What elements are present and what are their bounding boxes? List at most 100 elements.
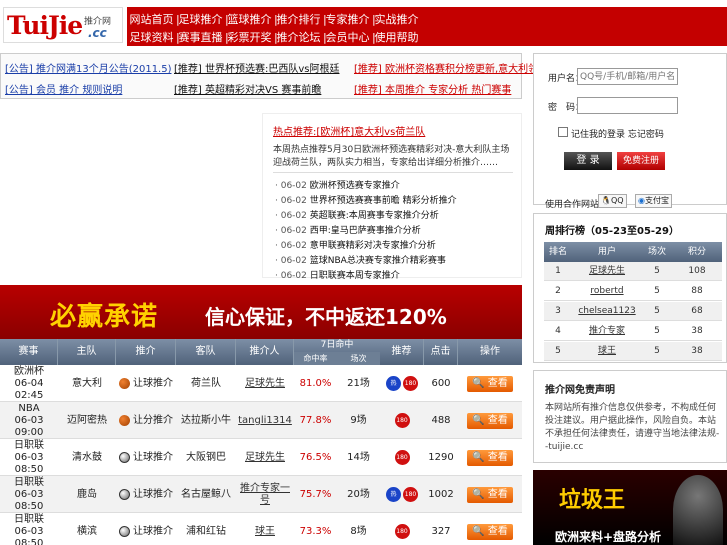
action-cell: 🔍 查看 <box>458 402 522 439</box>
rank-user-link[interactable]: 足球先生 <box>572 262 642 281</box>
home-team: 清水鼓 <box>72 451 102 463</box>
news-link[interactable]: [公告] 推介网满13个月公告(2011.5) <box>5 60 172 75</box>
ad-banner[interactable]: 垃圾王 欧洲来料+盘路分析 <box>533 470 727 545</box>
user-link[interactable]: 球王 <box>255 526 275 538</box>
user-link[interactable]: 足球先生 <box>245 452 285 464</box>
rank-user-link[interactable]: robertd <box>572 282 642 301</box>
basketball-icon <box>119 378 130 389</box>
list-item[interactable]: · 06-02 篮球NBA总决赛专家推介精彩赛事 <box>275 253 515 268</box>
news-link[interactable]: [公告] 会员 推介 规则说明 <box>5 81 122 96</box>
username-input[interactable] <box>577 68 678 85</box>
hot-badge: 热 <box>386 376 401 391</box>
login-button[interactable]: 登 录 <box>564 152 612 170</box>
badge-cell: 热 180 <box>380 365 424 402</box>
item-title: 英超联赛:本周赛事专家推介分析 <box>309 211 439 221</box>
click-count: 1290 <box>428 451 454 463</box>
away-team: 荷兰队 <box>191 377 221 389</box>
user-cell: tangli1314 <box>236 402 294 439</box>
qq-login-button[interactable]: 🐧QQ <box>598 194 627 208</box>
password-input[interactable] <box>577 97 678 114</box>
ranking-row: 2 robertd 5 88 <box>544 282 722 301</box>
nav-row-2: 足球资料 | 赛事直播 | 彩票开奖 | 推介论坛 | 会员中心 | 使用帮助 <box>127 28 421 46</box>
league: 日职联 <box>14 439 44 451</box>
nav-item[interactable]: 会员中心 <box>323 29 372 45</box>
user-link[interactable]: 足球先生 <box>245 378 285 390</box>
nav-item[interactable]: 实战推介 <box>372 11 421 27</box>
news-link[interactable]: [推荐] 世界杯预选赛:巴西队vs阿根廷 <box>174 60 339 75</box>
news-link[interactable]: [推荐] 欧洲杯资格赛积分榜更新,意大利领先 <box>354 60 548 75</box>
alipay-icon: ◉ <box>638 196 645 205</box>
news-link[interactable]: [推荐] 英超精彩对决VS 赛事前瞻 <box>174 81 321 96</box>
view-button[interactable]: 🔍 查看 <box>467 412 513 429</box>
view-button[interactable]: 🔍 查看 <box>467 449 513 466</box>
nav-item[interactable]: 赛事直播 <box>176 29 225 45</box>
nav-row-1: 网站首页 | 足球推介 | 篮球推介 | 推介排行 | 专家推介 | 实战推介 <box>127 10 421 28</box>
match-time: 08:50 <box>14 463 44 475</box>
col-rec: 推介 <box>116 339 176 365</box>
soccer-ball-icon <box>119 526 130 537</box>
remember-label[interactable]: 记住我的登录 忘记密码 <box>571 127 664 140</box>
view-button[interactable]: 🔍 查看 <box>467 486 513 503</box>
nav-item[interactable]: 推介论坛 <box>274 29 323 45</box>
item-title: 欧洲杯预选赛专家推介 <box>309 181 400 191</box>
featured-desc: 本周热点推荐5月30日欧洲杯预选赛精彩对决-意大利队主场迎战荷兰队，两队实力相当… <box>273 145 510 168</box>
ranking-title: 周排行榜（05-23至05-29） <box>545 226 679 237</box>
games-count: 14场 <box>347 451 370 463</box>
col-league: 赛事 <box>0 339 58 365</box>
rank-points: 88 <box>691 286 703 296</box>
col-user: 推介人 <box>236 339 294 365</box>
nav-item[interactable]: 足球推介 <box>176 11 225 27</box>
league-cell: 日职联 06-03 08:50 <box>0 513 58 545</box>
games-count: 21场 <box>347 377 370 389</box>
user-link[interactable]: 推介专家一号 <box>236 483 294 507</box>
featured-title[interactable]: 热点推荐:[欧洲杯]意大利vs荷兰队 <box>273 123 425 138</box>
rank-user-link[interactable]: chelsea1123 <box>572 302 642 321</box>
hit-rate: 75.7% <box>299 488 332 500</box>
list-item[interactable]: · 06-02 欧洲杯预选赛专家推介 <box>275 178 515 193</box>
table-row: NBA 06-03 09:00 迈阿密热 让分推介 达拉斯小牛 tangli13… <box>0 402 522 439</box>
rank-games: 5 <box>654 346 660 356</box>
list-item[interactable]: · 06-02 世界杯预选赛赛事前瞻 精彩分析推介 <box>275 193 515 208</box>
list-item[interactable]: · 06-02 英超联赛:本周赛事专家推介分析 <box>275 208 515 223</box>
nav-item[interactable]: 推介排行 <box>274 11 323 27</box>
table-row: 日职联 06-03 08:50 鹿岛 让球推介 名古屋鲸八 推介专家一号 75.… <box>0 476 522 513</box>
nav-item[interactable]: 足球资料 <box>127 29 176 45</box>
col-action: 操作 <box>480 346 500 357</box>
col-clicks: 点击 <box>424 339 458 365</box>
ranking-row: 1 足球先生 5 108 <box>544 262 722 281</box>
divider <box>273 172 513 173</box>
rec-cell: 让球推介 <box>116 439 176 476</box>
nav-item[interactable]: 篮球推介 <box>225 11 274 27</box>
nav-item[interactable]: 彩票开奖 <box>225 29 274 45</box>
nav-item[interactable]: 使用帮助 <box>372 29 421 45</box>
view-button[interactable]: 🔍 查看 <box>467 523 513 540</box>
badge-cell: 180 <box>380 402 424 439</box>
match-date: 06-03 <box>14 488 44 500</box>
rank-user-link[interactable]: 球王 <box>572 342 642 361</box>
hit-rate: 76.5% <box>299 451 332 463</box>
news-link[interactable]: [推荐] 本周推介 专家分析 热门赛事 <box>354 81 511 96</box>
register-button[interactable]: 免费注册 <box>617 152 665 170</box>
item-date: 06-02 <box>280 226 307 236</box>
match-date: 06-03 <box>14 414 44 426</box>
view-button[interactable]: 🔍 查看 <box>467 375 513 392</box>
remember-checkbox[interactable] <box>558 127 568 137</box>
table-row: 日职联 06-03 08:50 横滨 让球推介 浦和红钻 球王 73.3% 8场… <box>0 513 522 545</box>
list-item[interactable]: · 06-02 西甲:皇马巴萨赛事推介分析 <box>275 223 515 238</box>
list-item[interactable]: · 06-02 意甲联赛精彩对决专家推介分析 <box>275 238 515 253</box>
nav-item[interactable]: 网站首页 <box>127 11 176 27</box>
user-cell: 足球先生 <box>236 365 294 402</box>
item-title: 西甲:皇马巴萨赛事推介分析 <box>309 226 421 236</box>
site-logo[interactable]: TuiJie 推介网 .cc <box>3 7 123 43</box>
rank-user-link[interactable]: 推介专家 <box>572 322 642 341</box>
featured-news: 热点推荐:[欧洲杯]意大利vs荷兰队 本周热点推荐5月30日欧洲杯预选赛精彩对决… <box>262 113 522 281</box>
nav-item[interactable]: 专家推介 <box>323 11 372 27</box>
click-count: 327 <box>431 525 451 537</box>
list-item[interactable]: · 06-02 日职联赛本周专家推介 <box>275 268 515 283</box>
hit-rate: 73.3% <box>299 525 332 537</box>
user-link[interactable]: tangli1314 <box>238 415 292 427</box>
alipay-login-button[interactable]: ◉支付宝 <box>635 194 672 208</box>
basketball-icon <box>119 415 130 426</box>
promo-banner[interactable]: 必赢承诺 信心保证，不中返还120% <box>0 285 522 339</box>
hit-rate: 81.0% <box>299 377 332 389</box>
